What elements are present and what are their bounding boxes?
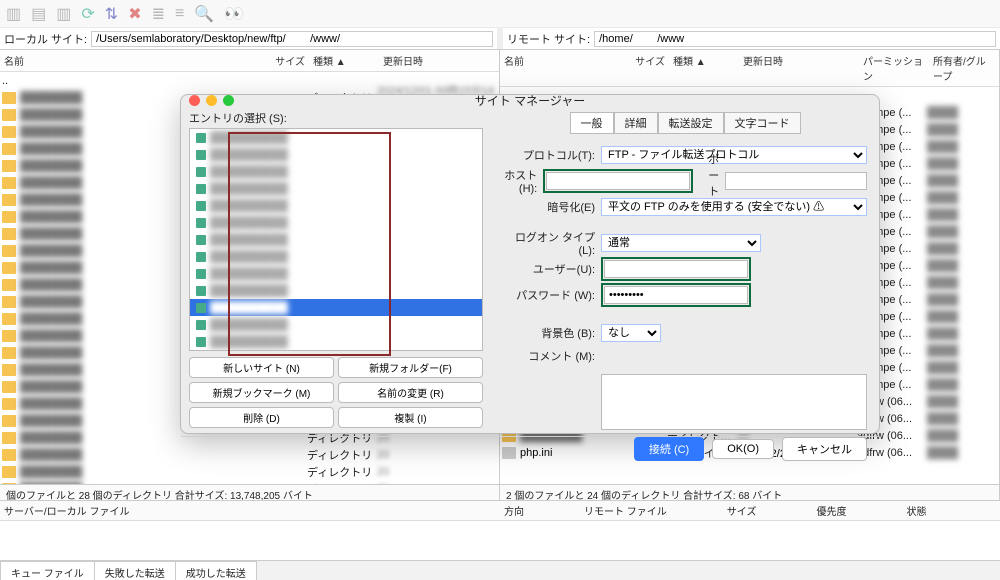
site-entry[interactable]: ██████████ bbox=[190, 282, 482, 299]
site-entry[interactable]: ██████████ bbox=[190, 316, 482, 333]
col-size[interactable]: サイズ bbox=[619, 52, 669, 84]
protocol-select[interactable]: FTP - ファイル転送プロトコル bbox=[601, 146, 867, 164]
site-entry[interactable]: ██████████ bbox=[190, 163, 482, 180]
user-label: ユーザー(U): bbox=[503, 261, 595, 277]
ok-button[interactable]: OK(O) bbox=[712, 439, 774, 459]
site-entry[interactable]: ██████████ bbox=[190, 333, 482, 350]
local-path-label: ローカル サイト: bbox=[4, 31, 87, 47]
host-input[interactable] bbox=[546, 172, 690, 190]
col-date[interactable]: 更新日時 bbox=[379, 52, 499, 69]
comment-textarea[interactable] bbox=[601, 374, 867, 430]
comment-label: コメント (M): bbox=[503, 348, 595, 364]
col-size[interactable]: サイズ bbox=[259, 52, 309, 69]
local-path-input[interactable] bbox=[91, 31, 493, 47]
cancel-button[interactable]: キャンセル bbox=[782, 437, 867, 461]
port-input[interactable] bbox=[725, 172, 867, 190]
toolbar-icon[interactable]: ▥ bbox=[56, 4, 71, 24]
remote-path-label: リモート サイト: bbox=[507, 31, 590, 47]
toolbar-icon[interactable]: ▤ bbox=[31, 4, 46, 24]
queue-col-local[interactable]: サーバー/ローカル ファイル bbox=[4, 503, 129, 518]
tab-queue[interactable]: キュー ファイル bbox=[0, 561, 95, 580]
remote-status: 2 個のファイルと 24 個のディレクトリ 合計サイズ: 68 バイト bbox=[500, 484, 999, 500]
toolbar-icon[interactable]: ⇅ bbox=[105, 4, 118, 24]
binoculars-icon[interactable]: 👀 bbox=[224, 4, 244, 24]
refresh-icon[interactable]: ⟳ bbox=[81, 4, 94, 24]
remote-path-input[interactable] bbox=[594, 31, 996, 47]
password-input[interactable] bbox=[604, 286, 748, 304]
queue-col-stat[interactable]: 状態 bbox=[906, 503, 926, 518]
tab-charset[interactable]: 文字コード bbox=[724, 112, 801, 134]
tab-advanced[interactable]: 詳細 bbox=[614, 112, 658, 134]
bottom-tabs: キュー ファイル 失敗した転送 成功した転送 bbox=[0, 560, 1000, 580]
entries-label: エントリの選択 (S): bbox=[189, 110, 483, 126]
duplicate-button[interactable]: 複製 (I) bbox=[338, 407, 483, 428]
col-name[interactable]: 名前 bbox=[0, 52, 259, 69]
queue-col-size[interactable]: サイズ bbox=[727, 503, 757, 518]
password-label: パスワード (W): bbox=[503, 287, 595, 303]
queue-col-dir[interactable]: 方向 bbox=[504, 503, 524, 518]
col-date[interactable]: 更新日時 bbox=[739, 52, 859, 84]
col-owner[interactable]: 所有者/グループ bbox=[929, 52, 999, 84]
tab-transfer[interactable]: 転送設定 bbox=[658, 112, 724, 134]
connect-button[interactable]: 接続 (C) bbox=[634, 437, 704, 461]
queue-col-prio[interactable]: 優先度 bbox=[816, 503, 846, 518]
encryption-select[interactable]: 平文の FTP のみを使用する (安全でない) ⚠ bbox=[601, 198, 867, 216]
tab-failed[interactable]: 失敗した転送 bbox=[94, 561, 176, 580]
site-entry[interactable]: ██████████ bbox=[190, 180, 482, 197]
new-bookmark-button[interactable]: 新規ブックマーク (M) bbox=[189, 382, 334, 403]
toolbar-icon[interactable]: ≣ bbox=[152, 4, 165, 24]
site-entry[interactable]: ██████████ bbox=[190, 146, 482, 163]
logon-type-label: ログオン タイプ(L): bbox=[503, 229, 595, 257]
delete-button[interactable]: 削除 (D) bbox=[189, 407, 334, 428]
new-folder-button[interactable]: 新規フォルダー(F) bbox=[338, 357, 483, 378]
user-input[interactable] bbox=[604, 260, 748, 278]
tab-general[interactable]: 一般 bbox=[570, 112, 614, 134]
search-icon[interactable]: 🔍 bbox=[194, 4, 214, 24]
rename-button[interactable]: 名前の変更 (R) bbox=[338, 382, 483, 403]
site-entry[interactable]: ██████████ bbox=[190, 197, 482, 214]
site-entry[interactable]: ██████████ bbox=[190, 265, 482, 282]
stop-icon[interactable]: ✖ bbox=[128, 4, 141, 24]
local-status: 個のファイルと 28 個のディレクトリ 合計サイズ: 13,748,205 バイ… bbox=[0, 484, 499, 500]
col-name[interactable]: 名前 bbox=[500, 52, 619, 84]
col-perm[interactable]: パーミッション bbox=[859, 52, 929, 84]
encryption-label: 暗号化(E) bbox=[503, 199, 595, 215]
site-entry[interactable]: ██████████ bbox=[190, 214, 482, 231]
path-bar: ローカル サイト: リモート サイト: bbox=[0, 28, 1000, 50]
bgcolor-select[interactable]: なし bbox=[601, 324, 661, 342]
col-type[interactable]: 種類 ▲ bbox=[309, 52, 379, 69]
toolbar-icon[interactable]: ▥ bbox=[6, 4, 21, 24]
tab-success[interactable]: 成功した転送 bbox=[175, 561, 257, 580]
site-entry[interactable]: ██████████ bbox=[190, 248, 482, 265]
site-entry[interactable]: ██████████ bbox=[190, 129, 482, 146]
file-row[interactable]: ████████ディレクトリ20 bbox=[0, 480, 499, 484]
site-entry[interactable]: ██████████ bbox=[190, 299, 482, 316]
main-toolbar: ▥ ▤ ▥ ⟳ ⇅ ✖ ≣ ≡ 🔍 👀 bbox=[0, 0, 1000, 28]
bgcolor-label: 背景色 (B): bbox=[503, 325, 595, 341]
dialog-title: サイト マネージャー bbox=[181, 92, 879, 109]
protocol-label: プロトコル(T): bbox=[503, 147, 595, 163]
host-label: ホスト (H): bbox=[503, 167, 537, 195]
new-site-button[interactable]: 新しいサイト (N) bbox=[189, 357, 334, 378]
logon-type-select[interactable]: 通常 bbox=[601, 234, 761, 252]
site-entry[interactable]: ██████████ bbox=[190, 231, 482, 248]
entry-list[interactable]: ████████████████████████████████████████… bbox=[189, 128, 483, 351]
site-manager-dialog: サイト マネージャー エントリの選択 (S): ████████████████… bbox=[180, 94, 880, 434]
file-row[interactable]: ████████ディレクトリ20 bbox=[0, 463, 499, 480]
queue-col-rfile[interactable]: リモート ファイル bbox=[584, 503, 667, 518]
col-type[interactable]: 種類 ▲ bbox=[669, 52, 739, 84]
toolbar-icon[interactable]: ≡ bbox=[175, 5, 184, 23]
